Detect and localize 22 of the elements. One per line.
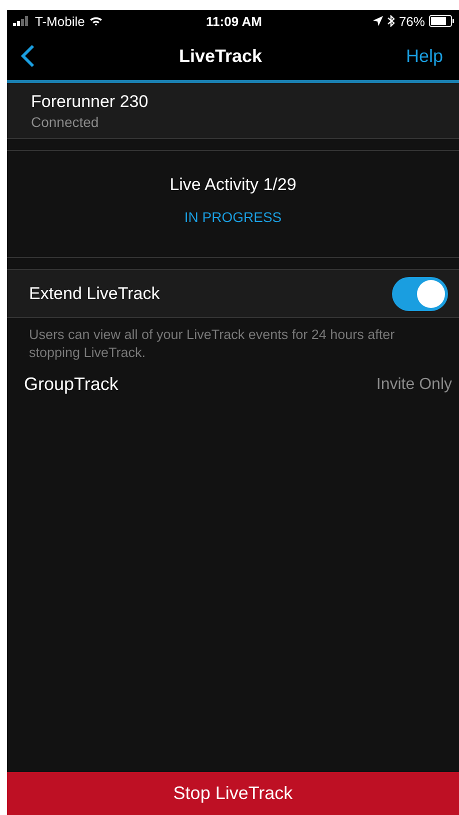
back-icon — [21, 44, 35, 68]
bluetooth-icon — [386, 15, 395, 27]
wifi-icon — [88, 16, 103, 26]
device-status: Connected — [31, 114, 100, 130]
setting-label: Extend LiveTrack — [29, 284, 160, 304]
carrier-name: T-Mobile — [35, 14, 85, 28]
help-button[interactable]: Help — [406, 46, 443, 66]
toggle-switch[interactable] — [392, 276, 448, 310]
signal-icon — [13, 16, 31, 26]
battery-percent: 76% — [398, 14, 425, 28]
stop-button[interactable]: Stop LiveTrack — [7, 772, 459, 815]
location-icon — [372, 16, 383, 26]
activity-title: Live Activity 1/29 — [170, 175, 296, 195]
battery-icon — [428, 15, 455, 27]
grouptrack-value: Invite Only — [376, 376, 452, 394]
back-button[interactable] — [21, 44, 35, 68]
setting-description: Users can view all of your LiveTrack events for 24 hours after stopping LiveTrack. — [28, 326, 396, 362]
grouptrack-label: GroupTrack — [24, 374, 118, 395]
screen-title: LiveTrack — [178, 46, 262, 66]
activity-status: IN PROGRESS — [184, 209, 282, 225]
clock-time: 11:09 AM — [206, 14, 262, 28]
device-name: Forerunner 230 — [31, 92, 150, 112]
